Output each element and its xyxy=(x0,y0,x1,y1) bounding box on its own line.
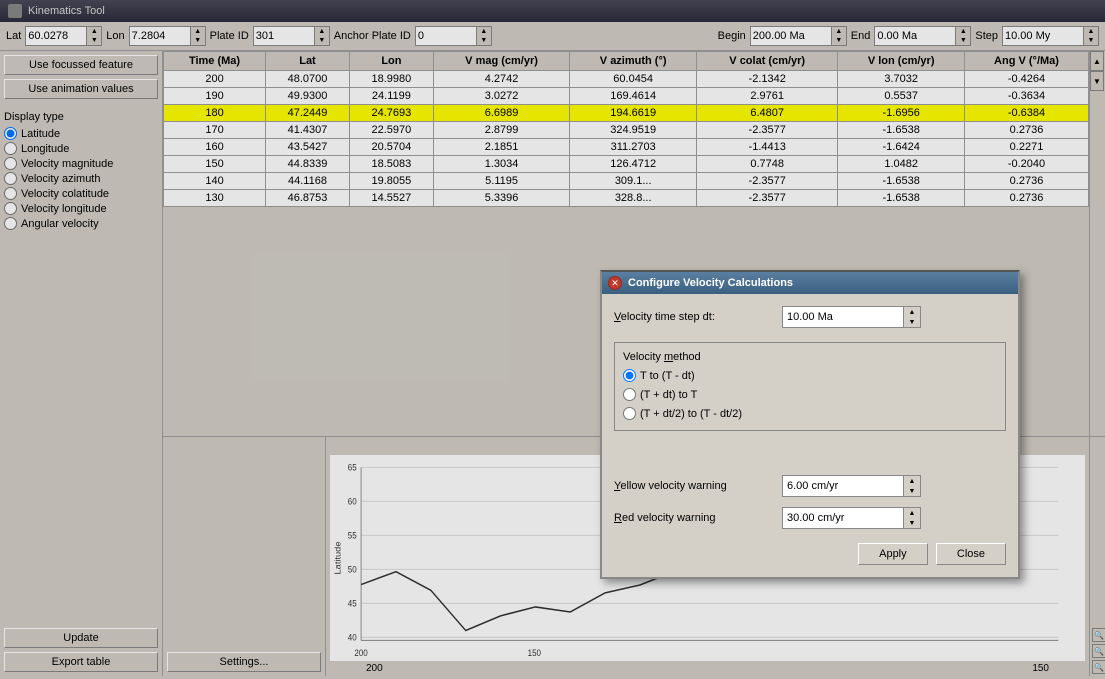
velocity-time-step-up[interactable]: ▲ xyxy=(904,307,920,317)
yellow-warning-row: Yellow velocity warning ▲ ▼ xyxy=(614,475,1006,497)
red-warning-input[interactable] xyxy=(783,508,903,528)
underline-v: V xyxy=(614,311,621,323)
red-warning-down[interactable]: ▼ xyxy=(904,518,920,528)
modal-overlay: ✕ Configure Velocity Calculations Veloci… xyxy=(0,0,1105,679)
method-t-dt-to-t[interactable]: (T + dt) to T xyxy=(623,388,997,401)
velocity-time-step-label: Velocity time step dt: xyxy=(614,311,774,323)
yellow-warning-spinner[interactable]: ▲ ▼ xyxy=(782,475,921,497)
yellow-warning-spin-buttons: ▲ ▼ xyxy=(903,476,920,496)
velocity-time-step-down[interactable]: ▼ xyxy=(904,317,920,327)
modal-button-row: Apply Close xyxy=(614,539,1006,565)
method-t-dt-to-t-label: (T + dt) to T xyxy=(640,389,697,401)
underline-y: Y xyxy=(614,480,620,492)
method-t-to-t-dt[interactable]: T to (T - dt) xyxy=(623,369,997,382)
velocity-method-group: Velocity method T to (T - dt) (T + dt) t… xyxy=(614,342,1006,431)
yellow-warning-input[interactable] xyxy=(783,476,903,496)
velocity-time-step-spin-buttons: ▲ ▼ xyxy=(903,307,920,327)
modal-title: Configure Velocity Calculations xyxy=(628,277,793,289)
red-warning-spin-buttons: ▲ ▼ xyxy=(903,508,920,528)
modal-close-icon[interactable]: ✕ xyxy=(608,276,622,290)
red-warning-up[interactable]: ▲ xyxy=(904,508,920,518)
velocity-time-step-row: Velocity time step dt: ▲ ▼ xyxy=(614,306,1006,328)
close-button[interactable]: Close xyxy=(936,543,1006,565)
method-t-to-t-dt-input[interactable] xyxy=(623,369,636,382)
underline-r: R xyxy=(614,512,622,524)
yellow-warning-label: Yellow velocity warning xyxy=(614,480,774,492)
method-t-dt2-to-t-dt2-input[interactable] xyxy=(623,407,636,420)
velocity-time-step-input[interactable] xyxy=(783,307,903,327)
red-warning-spinner[interactable]: ▲ ▼ xyxy=(782,507,921,529)
underline-m: m xyxy=(664,351,673,363)
red-warning-label: Red velocity warning xyxy=(614,512,774,524)
modal-body: Velocity time step dt: ▲ ▼ Velocity meth… xyxy=(602,294,1018,577)
spacer xyxy=(614,445,1006,465)
velocity-time-step-spinner[interactable]: ▲ ▼ xyxy=(782,306,921,328)
modal-title-bar: ✕ Configure Velocity Calculations xyxy=(602,272,1018,294)
method-t-dt2-to-t-dt2[interactable]: (T + dt/2) to (T - dt/2) xyxy=(623,407,997,420)
yellow-warning-up[interactable]: ▲ xyxy=(904,476,920,486)
method-t-dt-to-t-input[interactable] xyxy=(623,388,636,401)
apply-button[interactable]: Apply xyxy=(858,543,928,565)
configure-velocity-dialog: ✕ Configure Velocity Calculations Veloci… xyxy=(600,270,1020,579)
method-t-to-t-dt-label: T to (T - dt) xyxy=(640,370,695,382)
label-text: Velocity time step dt: xyxy=(614,311,715,323)
red-warning-row: Red velocity warning ▲ ▼ xyxy=(614,507,1006,529)
velocity-method-radios: T to (T - dt) (T + dt) to T (T + dt/2) t… xyxy=(623,369,997,422)
method-t-dt2-to-t-dt2-label: (T + dt/2) to (T - dt/2) xyxy=(640,408,742,420)
yellow-warning-down[interactable]: ▼ xyxy=(904,486,920,496)
velocity-method-label: Velocity method xyxy=(623,351,997,363)
